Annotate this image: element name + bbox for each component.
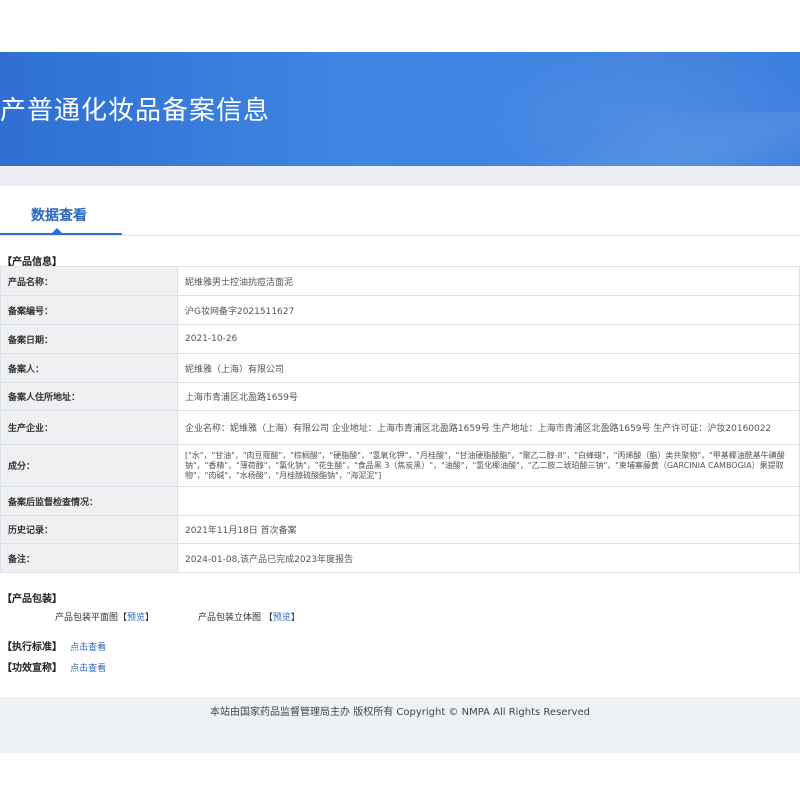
package-flat-label: 产品包装平面图 — [55, 613, 119, 623]
row-value: 2024-01-08,该产品已完成2023年度报告 — [177, 543, 800, 573]
tab-caret-icon — [52, 228, 62, 233]
tab-data-view[interactable]: 数据查看 — [31, 205, 87, 225]
page-banner: 产普通化妆品备案信息 — [0, 52, 800, 166]
row-label: 历史记录： — [0, 515, 178, 544]
table-row: 产品名称： 妮维雅男士控油抗痘洁面泥 — [0, 266, 800, 296]
row-value: 企业名称：妮维雅（上海）有限公司 企业地址：上海市青浦区北盈路1659号 生产地… — [177, 410, 800, 445]
table-row: 备案人住所地址： 上海市青浦区北盈路1659号 — [0, 382, 800, 411]
efficacy-line: 【功效宣称】 点击查看 — [2, 656, 106, 675]
row-label: 备注： — [0, 543, 178, 573]
bracket-open: 【 — [118, 613, 128, 623]
row-label: 备案人： — [0, 353, 178, 383]
row-label: 备案人住所地址： — [0, 382, 178, 411]
table-row: 备案后监督检查情况： — [0, 486, 800, 516]
bracket-open: 【 — [263, 613, 273, 623]
row-label: 备案编号： — [0, 295, 178, 325]
table-row: 备案人： 妮维雅（上海）有限公司 — [0, 353, 800, 383]
bracket-close: 】 — [145, 613, 155, 623]
package-stereo-preview-link[interactable]: 预览 — [273, 613, 291, 623]
table-row: 生产企业： 企业名称：妮维雅（上海）有限公司 企业地址：上海市青浦区北盈路165… — [0, 410, 800, 445]
row-value: 妮维雅男士控油抗痘洁面泥 — [177, 266, 800, 296]
footer-copyright: 本站由国家药品监督管理局主办 版权所有 Copyright © NMPA All… — [210, 707, 590, 718]
row-value: 妮维雅（上海）有限公司 — [177, 353, 800, 383]
row-value: 上海市青浦区北盈路1659号 — [177, 382, 800, 411]
tab-bar: 数据查看 — [0, 186, 800, 236]
package-heading: 【产品包装】 — [2, 594, 62, 605]
tab-active-indicator — [0, 233, 122, 235]
row-label: 成分： — [0, 444, 178, 487]
efficacy-view-link[interactable]: 点击查看 — [70, 664, 106, 674]
package-stereo-label: 产品包装立体图 — [198, 613, 262, 623]
bracket-close: 】 — [290, 613, 300, 623]
table-row: 历史记录： 2021年11月18日 首次备案 — [0, 515, 800, 544]
standard-view-link[interactable]: 点击查看 — [70, 643, 106, 653]
banner-spacer — [0, 166, 800, 186]
row-label: 生产企业： — [0, 410, 178, 445]
table-row: 备案编号： 沪G妆网备字2021511627 — [0, 295, 800, 325]
standard-heading: 【执行标准】 — [2, 642, 62, 653]
page-footer: 本站由国家药品监督管理局主办 版权所有 Copyright © NMPA All… — [0, 697, 800, 753]
package-flat-preview-link[interactable]: 预览 — [127, 613, 145, 623]
page-title: 产普通化妆品备案信息 — [0, 96, 271, 126]
package-stereo-item: 产品包装立体图 【预览】 — [198, 610, 300, 623]
table-row: 备注： 2024-01-08,该产品已完成2023年度报告 — [0, 543, 800, 573]
standard-line: 【执行标准】 点击查看 — [2, 635, 106, 654]
row-value: 2021年11月18日 首次备案 — [177, 515, 800, 544]
row-value: 沪G妆网备字2021511627 — [177, 295, 800, 325]
row-value: 2021-10-26 — [177, 324, 800, 354]
row-value: ["水"，"甘油"，"肉豆蔻酸"，"棕榈酸"，"硬脂酸"，"氢氧化钾"，"月桂酸… — [177, 444, 800, 487]
product-info-table: 产品名称： 妮维雅男士控油抗痘洁面泥 备案编号： 沪G妆网备字202151162… — [0, 266, 800, 573]
package-flat-item: 产品包装平面图【预览】 — [55, 610, 154, 623]
row-label: 备案后监督检查情况： — [0, 486, 178, 516]
row-value — [177, 486, 800, 516]
efficacy-heading: 【功效宣称】 — [2, 663, 62, 674]
table-row: 成分： ["水"，"甘油"，"肉豆蔻酸"，"棕榈酸"，"硬脂酸"，"氢氧化钾"，… — [0, 444, 800, 487]
row-label: 备案日期： — [0, 324, 178, 354]
table-row: 备案日期： 2021-10-26 — [0, 324, 800, 354]
row-label: 产品名称： — [0, 266, 178, 296]
